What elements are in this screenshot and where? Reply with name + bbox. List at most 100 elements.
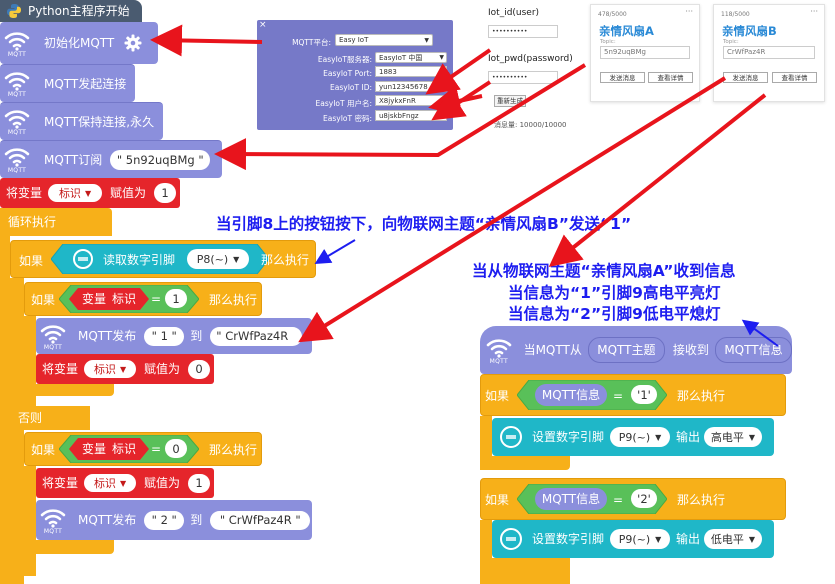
caret-down-icon: ▼ (655, 432, 662, 442)
id-label: EasyIoT ID: (330, 83, 372, 92)
level-dropdown-high[interactable]: 高电平 ▼ (704, 427, 762, 447)
gear-icon[interactable] (124, 34, 142, 52)
port-input[interactable]: 1883 (375, 66, 447, 77)
message-quota: 消息量: 10000/10000 (494, 121, 567, 129)
user-label: EasyIoT 用户名: (315, 99, 372, 108)
mqtt-init-block[interactable]: MQTT 初始化MQTT (0, 22, 158, 64)
set-pin-low-block[interactable]: 设置数字引脚 P9(~) ▼ 输出 低电平 ▼ (492, 520, 774, 558)
id-input[interactable]: yun12345678 (375, 81, 447, 92)
server-value: EasyIoT 中国 (379, 53, 423, 62)
chip-icon (500, 426, 522, 448)
output-label: 输出 (676, 430, 701, 444)
if-var-eq-1-block[interactable]: 如果 变量 标识 = 1 那么执行 (24, 282, 262, 316)
server-select[interactable]: EasyIoT 中国 ▼ (375, 52, 447, 63)
assign-value-input[interactable]: 0 (188, 359, 211, 379)
mqtt-message-label: MQTT信息 (724, 343, 783, 357)
compare-value-input[interactable]: 1 (165, 289, 187, 308)
if-else-block-header[interactable]: 如果 读取数字引脚 P8(~) ▼ 那么执行 (10, 240, 316, 278)
card-send-button[interactable]: 发送消息 (723, 72, 768, 83)
set-variable-label: 将变量 (42, 362, 79, 376)
user-input[interactable]: X8jykxFnR (375, 95, 447, 106)
mqtt-keepalive-block[interactable]: MQTT MQTT保持连接,永久 (0, 102, 163, 140)
if-label: 如果 (31, 443, 56, 457)
regenerate-button[interactable]: 重新生成 (494, 95, 526, 107)
port-label: EasyIoT Port: (323, 69, 372, 78)
mqtt-tag: MQTT (489, 357, 508, 365)
card-topic-field[interactable]: 5n92uqBMg (600, 46, 690, 59)
card-menu-icon[interactable]: ··· (685, 7, 693, 16)
card-detail-button[interactable]: 查看详情 (772, 72, 817, 83)
equals-sign: = (613, 389, 624, 403)
compare-value-input[interactable]: 0 (165, 439, 187, 458)
variable-dropdown[interactable]: 标识 ▼ (84, 474, 137, 492)
mqtt-msg-reporter[interactable]: MQTT信息 (535, 384, 607, 406)
card-topic-field[interactable]: CrWfPaz4R (723, 46, 815, 59)
publish-message-input[interactable]: " 1 " (144, 326, 185, 346)
publish-topic-input[interactable]: " CrWfPaz4R " (210, 510, 311, 530)
publish-topic-input[interactable]: " CrWfPaz4R (210, 326, 303, 346)
program-start-hat[interactable]: Python主程序开始 (0, 0, 142, 22)
iot-pwd-input[interactable]: •••••••••• (488, 71, 558, 84)
caret-down-icon: ▼ (233, 254, 240, 264)
pin8-dropdown[interactable]: P8(~) ▼ (187, 249, 249, 269)
then-label: 那么执行 (209, 293, 258, 307)
if-msg-1-block[interactable]: 如果 MQTT信息 = '1' 那么执行 (480, 374, 786, 416)
caret-down-icon: ▼ (748, 534, 756, 544)
set-variable-label: 将变量 (42, 476, 79, 490)
topic-card-a[interactable]: 478/5000 ··· 亲情风扇A Topic: 5n92uqBMg 发送消息… (590, 4, 700, 102)
card-send-button[interactable]: 发送消息 (600, 72, 645, 83)
mqtt-publish-block-1[interactable]: MQTT MQTT发布 " 1 " 到 " CrWfPaz4R (36, 318, 312, 354)
level-value: 低电平 (710, 533, 744, 546)
compare-value-input[interactable]: '2' (631, 489, 657, 508)
var-hex[interactable] (69, 288, 149, 310)
if-inner2-bottom (24, 540, 114, 554)
output-label: 输出 (676, 532, 701, 546)
mqtt-topic-reporter[interactable]: MQTT主题 (587, 337, 665, 363)
var-name: 标识 (112, 292, 137, 306)
mqtt-publish-block-2[interactable]: MQTT MQTT发布 " 2 " 到 " CrWfPaz4R " (36, 500, 312, 540)
card-menu-icon[interactable]: ··· (810, 7, 818, 16)
when-receive-label: 当MQTT从 (523, 343, 582, 357)
mqtt-receive-hat[interactable]: MQTT 当MQTT从 MQTT主题 接收到 MQTT信息 (480, 326, 792, 374)
equals-sign: = (613, 493, 624, 507)
card-detail-button[interactable]: 查看详情 (648, 72, 693, 83)
server-label: EasyIoT服务器: (317, 55, 372, 64)
mqtt-msg-reporter[interactable]: MQTT信息 (535, 488, 607, 510)
card-topic-label: Topic: (600, 39, 616, 45)
assign-label: 赋值为 (144, 476, 181, 490)
publish-message-input[interactable]: " 2 " (144, 510, 185, 530)
assign-value-input[interactable]: 1 (154, 183, 177, 203)
variable-dropdown[interactable]: 标识 ▼ (84, 360, 137, 378)
variable-dropdown[interactable]: 标识 ▼ (48, 184, 103, 202)
card-title: 亲情风扇A (599, 24, 654, 38)
pwd-input[interactable]: u8jskbFngz (375, 110, 447, 121)
set-pin-high-block[interactable]: 设置数字引脚 P9(~) ▼ 输出 高电平 ▼ (492, 418, 774, 456)
if-label: 如果 (485, 389, 510, 403)
iot-user-input[interactable]: •••••••••• (488, 25, 558, 38)
mqtt-message-reporter[interactable]: MQTT信息 (714, 337, 792, 363)
mqtt-connect-block[interactable]: MQTT MQTT发起连接 (0, 64, 135, 102)
mqtt-tag: MQTT (43, 527, 63, 535)
mqtt-subscribe-block[interactable]: MQTT MQTT订阅 " 5n92uqBMg " (0, 140, 222, 178)
var-hex[interactable] (69, 438, 149, 460)
level-dropdown-low[interactable]: 低电平 ▼ (704, 529, 762, 549)
assign-value-input[interactable]: 1 (188, 473, 211, 493)
caret-down-icon: ▼ (119, 364, 127, 374)
subscribe-topic-input[interactable]: " 5n92uqBMg " (110, 149, 211, 170)
var-label: 变量 (82, 292, 107, 306)
set-variable-block-0[interactable]: 将变量 标识 ▼ 赋值为 0 (36, 354, 214, 384)
loop-forever-block[interactable]: 循环执行 (0, 208, 112, 236)
mqtt-connect-label: MQTT发起连接 (44, 76, 127, 91)
set-variable-label: 将变量 (6, 186, 43, 200)
topic-card-b[interactable]: 118/5000 ··· 亲情风扇B Topic: CrWfPaz4R 发送消息… (713, 4, 825, 102)
if-var-eq-0-block[interactable]: 如果 变量 标识 = 0 那么执行 (24, 432, 262, 466)
pin9-dropdown[interactable]: P9(~) ▼ (610, 529, 670, 549)
platform-select[interactable]: Easy IoT ▼ (335, 34, 433, 46)
set-variable-block-1[interactable]: 将变量 标识 ▼ 赋值为 1 (36, 468, 214, 498)
then-label: 那么执行 (209, 443, 258, 457)
panel-close-icon[interactable]: × (259, 20, 267, 30)
if-msg-2-block[interactable]: 如果 MQTT信息 = '2' 那么执行 (480, 478, 786, 520)
compare-value-input[interactable]: '1' (631, 385, 657, 404)
pin9-dropdown[interactable]: P9(~) ▼ (610, 427, 670, 447)
set-variable-block[interactable]: 将变量 标识 ▼ 赋值为 1 (0, 178, 180, 208)
